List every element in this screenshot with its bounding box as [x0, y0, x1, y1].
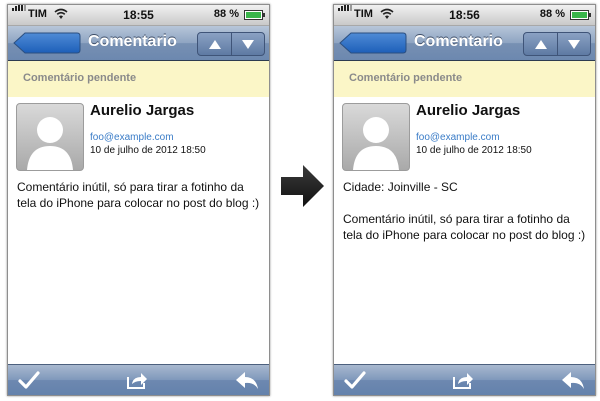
back-button[interactable]	[339, 32, 407, 54]
arrow-down-icon	[241, 40, 254, 49]
avatar	[16, 103, 84, 171]
person-silhouette-icon	[353, 117, 399, 170]
arrow-up-icon	[534, 40, 547, 49]
check-icon	[344, 371, 366, 389]
status-bar: TIM 18:55 88 %	[8, 5, 269, 26]
author-email-link[interactable]: foo@example.com	[416, 132, 500, 143]
battery-icon	[244, 10, 265, 20]
share-button[interactable]	[450, 368, 476, 392]
battery-percent: 88 %	[213, 8, 239, 20]
reply-button[interactable]	[560, 368, 586, 392]
author-name: Aurelio Jargas	[416, 102, 521, 119]
previous-button[interactable]	[524, 33, 558, 55]
city-text: Cidade: Joinville - SC	[343, 180, 458, 194]
pending-banner: Comentário pendente	[334, 61, 595, 97]
next-button[interactable]	[231, 33, 264, 55]
arrow-up-icon	[208, 40, 221, 49]
navigation-bar: Comentario	[334, 26, 595, 61]
comment-text: Comentário inútil, só para tirar a fotin…	[17, 180, 260, 210]
prev-next-segmented-control	[523, 32, 591, 56]
share-button[interactable]	[124, 368, 150, 392]
pending-label: Comentário pendente	[349, 72, 463, 84]
status-bar: TIM 18:56 88 %	[334, 5, 595, 26]
comment-date: 10 de julho de 2012 18:50	[90, 145, 206, 156]
arrow-down-icon	[567, 40, 580, 49]
nav-title: Comentario	[414, 33, 503, 50]
check-icon	[18, 371, 40, 389]
share-icon	[453, 373, 473, 389]
previous-button[interactable]	[198, 33, 232, 55]
pending-label: Comentário pendente	[23, 72, 137, 84]
back-arrow-shape	[13, 32, 81, 54]
screenshot-before: TIM 18:55 88 % Comentario Comentário pen…	[7, 4, 270, 396]
reply-icon	[236, 372, 258, 389]
transition-arrow-icon	[281, 165, 324, 207]
pending-banner: Comentário pendente	[8, 61, 269, 97]
prev-next-segmented-control	[197, 32, 265, 56]
navigation-bar: Comentario	[8, 26, 269, 61]
avatar	[342, 103, 410, 171]
approve-button[interactable]	[342, 368, 368, 392]
battery-percent: 88 %	[539, 8, 565, 20]
back-button[interactable]	[13, 32, 81, 54]
back-arrow-shape	[339, 32, 407, 54]
nav-title: Comentario	[88, 33, 177, 50]
share-icon	[127, 373, 147, 389]
next-button[interactable]	[557, 33, 590, 55]
reply-button[interactable]	[234, 368, 260, 392]
bottom-toolbar	[8, 364, 269, 395]
reply-icon	[562, 372, 584, 389]
person-silhouette-icon	[27, 117, 73, 170]
battery-icon	[570, 10, 591, 20]
screenshot-after: TIM 18:56 88 % Comentario Comentário pen…	[333, 4, 596, 396]
comment-text: Comentário inútil, só para tirar a fotin…	[343, 212, 586, 242]
author-email-link[interactable]: foo@example.com	[90, 132, 174, 143]
comment-date: 10 de julho de 2012 18:50	[416, 145, 532, 156]
author-name: Aurelio Jargas	[90, 102, 195, 119]
approve-button[interactable]	[16, 368, 42, 392]
bottom-toolbar	[334, 364, 595, 395]
